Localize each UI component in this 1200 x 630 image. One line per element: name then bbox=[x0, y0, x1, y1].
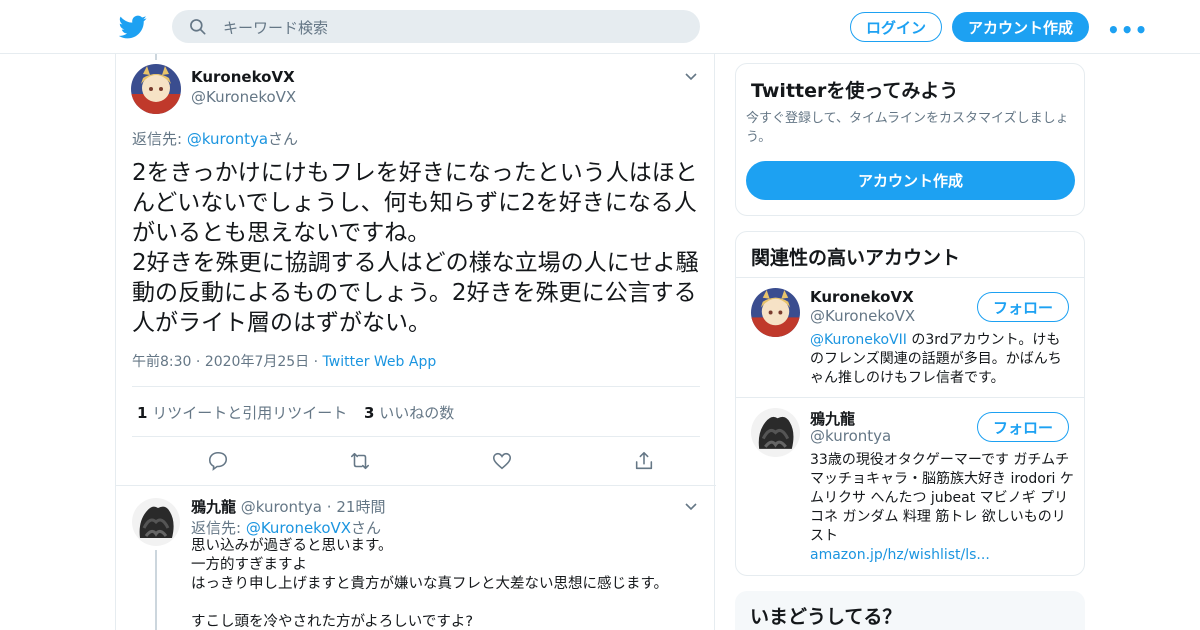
reply-icon[interactable] bbox=[207, 450, 229, 472]
dragon-avatar-icon bbox=[751, 408, 800, 457]
author-name[interactable]: KuronekoVX bbox=[191, 68, 295, 86]
meta-separator: · bbox=[313, 354, 319, 370]
retweet-label: リツイートと引用リツイート bbox=[152, 404, 348, 422]
bio-link[interactable]: @KuronekoVII bbox=[810, 332, 907, 348]
avatar[interactable] bbox=[751, 288, 800, 337]
related-accounts-card: 関連性の高いアカウント KuronekoVX @KuronekoVX フォロー … bbox=[735, 231, 1085, 576]
bio-link[interactable]: amazon.jp/hz/wishlist/ls... bbox=[810, 547, 990, 563]
top-bar: キーワード検索 ログイン アカウント作成 ••• bbox=[0, 0, 1200, 54]
avatar[interactable] bbox=[131, 64, 181, 114]
reply-to-mention[interactable]: @KuronekoVX bbox=[246, 519, 351, 537]
bio-text: 33歳の現役オタクゲーマーです ガチムチマッチョキャラ・脳筋族大好き irodo… bbox=[810, 452, 1074, 544]
signup-card-title: Twitterを使ってみよう bbox=[751, 80, 959, 102]
search-input[interactable]: キーワード検索 bbox=[223, 17, 328, 38]
meta-separator: · bbox=[326, 498, 332, 516]
tweet-meta: 午前8:30 · 2020年7月25日 · Twitter Web App bbox=[132, 351, 436, 371]
tweet-source[interactable]: Twitter Web App bbox=[323, 354, 437, 370]
retweet-stat[interactable]: 1 リツイートと引用リツイート bbox=[137, 402, 347, 423]
chevron-down-icon[interactable] bbox=[684, 70, 698, 84]
retweet-icon[interactable] bbox=[349, 450, 371, 472]
retweet-count: 1 bbox=[137, 404, 148, 422]
anime-avatar-icon bbox=[751, 288, 800, 337]
like-count: 3 bbox=[364, 404, 375, 422]
signup-card: Twitterを使ってみよう 今すぐ登録して、タイムラインをカスタマイズしましょ… bbox=[735, 63, 1085, 216]
more-options-icon[interactable]: ••• bbox=[1107, 18, 1147, 42]
account-name[interactable]: 鴉九龍 bbox=[810, 408, 855, 429]
account-handle[interactable]: @kurontya bbox=[810, 427, 891, 445]
tweet-date[interactable]: 2020年7月25日 bbox=[205, 354, 309, 370]
avatar[interactable] bbox=[132, 498, 180, 546]
tweet-stats: 1 リツイートと引用リツイート 3 いいねの数 bbox=[132, 386, 700, 437]
chevron-down-icon[interactable] bbox=[684, 500, 698, 514]
tweet-actions bbox=[132, 437, 700, 485]
related-account[interactable]: KuronekoVX @KuronekoVX フォロー @KuronekoVII… bbox=[736, 278, 1084, 397]
search-icon bbox=[190, 19, 206, 35]
meta-separator: · bbox=[195, 354, 201, 370]
share-icon[interactable] bbox=[633, 450, 655, 472]
tweet-time[interactable]: 午前8:30 bbox=[132, 354, 191, 370]
related-accounts-title: 関連性の高いアカウント bbox=[751, 247, 961, 269]
dragon-avatar-icon bbox=[132, 498, 180, 546]
login-button[interactable]: ログイン bbox=[850, 12, 942, 42]
signup-card-button[interactable]: アカウント作成 bbox=[746, 161, 1075, 200]
account-handle[interactable]: @KuronekoVX bbox=[810, 307, 915, 325]
like-label: いいねの数 bbox=[379, 404, 455, 422]
like-stat[interactable]: 3 いいねの数 bbox=[364, 402, 454, 423]
signup-button[interactable]: アカウント作成 bbox=[952, 12, 1089, 42]
reply-to-prefix: 返信先: bbox=[191, 519, 246, 537]
reply-author-name[interactable]: 鴉九龍 bbox=[191, 498, 236, 516]
account-bio: 33歳の現役オタクゲーマーです ガチムチマッチョキャラ・脳筋族大好き irodo… bbox=[810, 451, 1074, 565]
follow-button[interactable]: フォロー bbox=[977, 292, 1069, 322]
reply-to-mention[interactable]: @kurontya bbox=[187, 130, 268, 148]
thread-connector bbox=[155, 550, 157, 630]
tweet-text: 2をきっかけにけもフレを好きになったという人はほとんどいないでしょうし、何も知ら… bbox=[132, 160, 699, 336]
heart-icon[interactable] bbox=[491, 450, 513, 472]
reply-tweet[interactable]: 鴉九龍 @kurontya · 21時間 返信先: @KuronekoVXさん … bbox=[116, 486, 716, 630]
reply-to-suffix: さん bbox=[351, 519, 382, 537]
account-bio: @KuronekoVII の3rdアカウント。けものフレンズ関連の話題が多目。か… bbox=[810, 331, 1074, 388]
reply-author-handle[interactable]: @kurontya bbox=[241, 498, 322, 516]
related-account[interactable]: 鴉九龍 @kurontya フォロー 33歳の現役オタクゲーマーです ガチムチマ… bbox=[736, 398, 1084, 576]
trends-card: いまどうしてる？ bbox=[735, 591, 1085, 630]
signup-card-subtitle: 今すぐ登録して、タイムラインをカスタマイズしましょう。 bbox=[746, 111, 1069, 145]
reply-to-suffix: さん bbox=[268, 130, 299, 148]
trends-title: いまどうしてる？ bbox=[750, 606, 902, 628]
follow-button[interactable]: フォロー bbox=[977, 412, 1069, 442]
anime-avatar-icon bbox=[131, 64, 181, 114]
reply-age[interactable]: 21時間 bbox=[336, 498, 385, 516]
search-box[interactable]: キーワード検索 bbox=[172, 10, 700, 43]
reply-to-line: 返信先: @kurontyaさん bbox=[132, 128, 298, 149]
account-name[interactable]: KuronekoVX bbox=[810, 288, 914, 306]
author-handle[interactable]: @KuronekoVX bbox=[191, 88, 296, 106]
reply-to-line: 返信先: @KuronekoVXさん bbox=[191, 517, 381, 538]
reply-header: 鴉九龍 @kurontya · 21時間 bbox=[191, 496, 385, 517]
avatar[interactable] bbox=[751, 408, 800, 457]
twitter-bird-icon[interactable] bbox=[119, 13, 147, 41]
thread-connector bbox=[155, 54, 157, 60]
reply-to-prefix: 返信先: bbox=[132, 130, 187, 148]
main-column: KuronekoVX @KuronekoVX 返信先: @kurontyaさん … bbox=[115, 54, 716, 630]
reply-text: 思い込みが過ぎると思います。 一方的すぎますよ はっきり申し上げますと貴方が嫌い… bbox=[191, 538, 669, 630]
